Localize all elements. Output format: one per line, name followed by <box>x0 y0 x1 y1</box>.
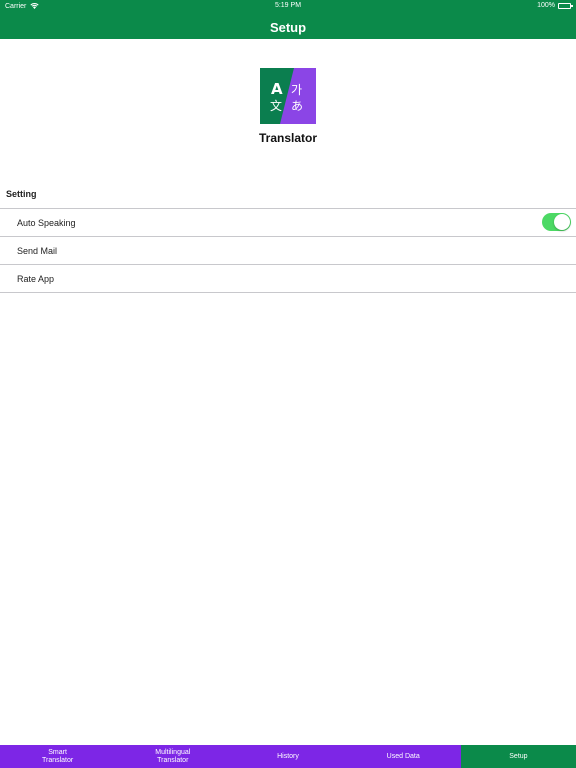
rate-app-label: Rate App <box>17 274 55 284</box>
logo-glyph-wen: 文 <box>270 98 282 113</box>
battery-percent: 100% <box>537 2 555 9</box>
tab-bar: Smart Translator Multilingual Translator… <box>0 745 576 768</box>
toggle-knob <box>554 214 570 230</box>
page-title: Setup <box>269 20 307 35</box>
app-logo-icon: A 가 文 あ <box>260 68 316 124</box>
settings-list: Auto Speaking Send Mail Rate App <box>0 208 576 293</box>
status-bar: Carrier 5:19 PM 100% <box>0 0 576 12</box>
tab-multilingual-translator[interactable]: Multilingual Translator <box>115 745 230 768</box>
auto-speaking-label: Auto Speaking <box>17 218 76 228</box>
status-time: 5:19 PM <box>274 2 302 9</box>
navigation-bar: Carrier 5:19 PM 100% Setup <box>0 0 576 39</box>
app-name: Translator <box>258 131 318 145</box>
auto-speaking-row: Auto Speaking <box>0 209 576 237</box>
tab-history[interactable]: History <box>230 745 345 768</box>
settings-section-title: Setting <box>6 189 37 199</box>
logo-glyph-a: A <box>271 80 283 98</box>
logo-glyph-ga: 가 <box>291 83 302 97</box>
send-mail-row[interactable]: Send Mail <box>0 237 576 265</box>
battery-icon <box>558 2 573 9</box>
send-mail-label: Send Mail <box>17 246 58 256</box>
tab-smart-translator[interactable]: Smart Translator <box>0 745 115 768</box>
logo-glyph-a-hiragana: あ <box>291 99 303 113</box>
auto-speaking-toggle[interactable] <box>542 213 571 231</box>
battery-indicator: 100% <box>537 2 573 9</box>
tab-setup[interactable]: Setup <box>460 745 576 768</box>
tab-used-data[interactable]: Used Data <box>346 745 461 768</box>
rate-app-row[interactable]: Rate App <box>0 265 576 293</box>
